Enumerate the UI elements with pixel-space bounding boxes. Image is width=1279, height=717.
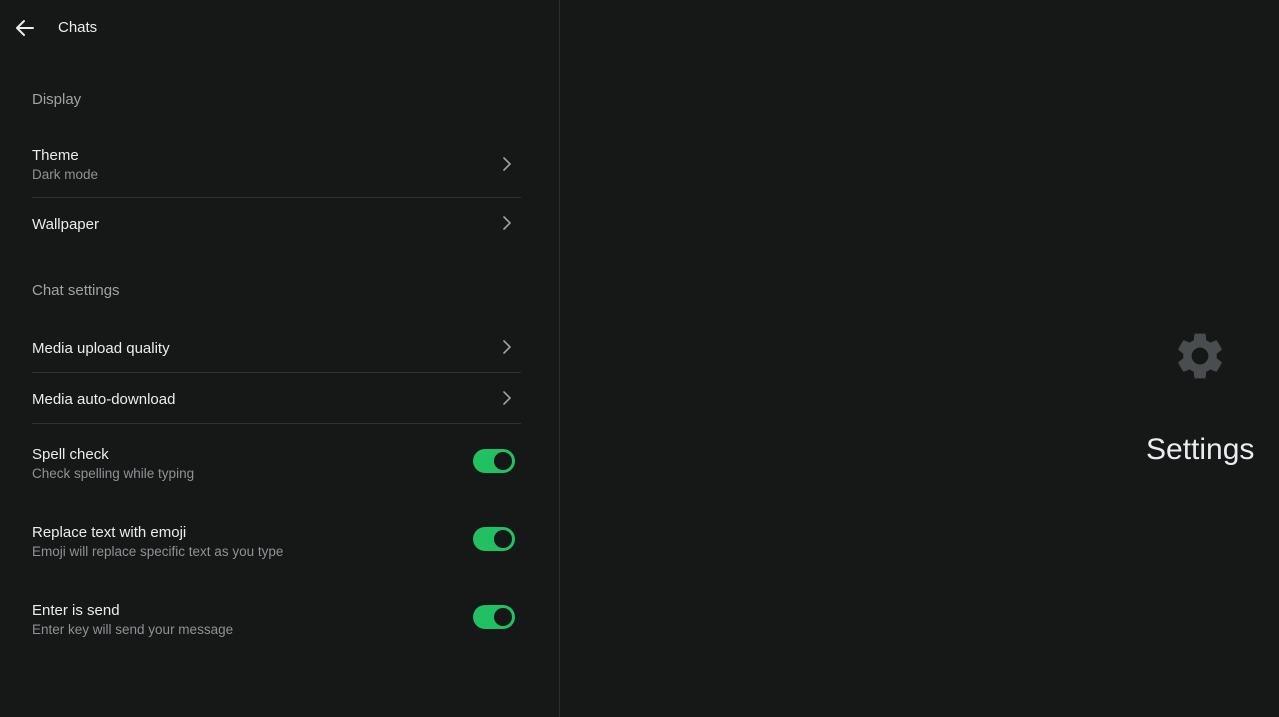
toggle-knob: [494, 452, 512, 470]
enter-send-description: Enter key will send your message: [32, 622, 234, 637]
theme-value: Dark mode: [32, 167, 99, 182]
spell-check-description: Check spelling while typing: [32, 466, 195, 481]
media-upload-quality-label: Media upload quality: [32, 340, 170, 357]
settings-placeholder-panel: Settings: [560, 0, 1279, 717]
replace-emoji-setting: Replace text with emoji Emoji will repla…: [32, 513, 521, 573]
spell-check-setting: Spell check Check spelling while typing: [32, 435, 521, 495]
chevron-right-icon: [503, 391, 511, 405]
settings-placeholder-title: Settings: [1146, 433, 1255, 466]
wallpaper-label: Wallpaper: [32, 216, 99, 233]
replace-emoji-description: Emoji will replace specific text as you …: [32, 544, 284, 559]
wallpaper-setting[interactable]: Wallpaper: [32, 198, 521, 250]
media-upload-quality-setting[interactable]: Media upload quality: [32, 322, 521, 373]
spell-check-label: Spell check: [32, 446, 109, 463]
chevron-right-icon: [503, 340, 511, 354]
chevron-right-icon: [503, 216, 511, 230]
arrow-left-icon: [16, 20, 34, 36]
replace-emoji-label: Replace text with emoji: [32, 524, 187, 541]
chat-settings-panel: Chats Display Theme Dark mode Wallpaper …: [0, 0, 560, 717]
toggle-knob: [494, 530, 512, 548]
panel-header: Chats: [0, 0, 559, 56]
media-auto-download-setting[interactable]: Media auto-download: [32, 373, 521, 424]
toggle-knob: [494, 608, 512, 626]
enter-send-label: Enter is send: [32, 602, 120, 619]
section-title-chat-settings: Chat settings: [32, 282, 120, 299]
chevron-right-icon: [503, 157, 511, 171]
section-title-display: Display: [32, 91, 82, 108]
back-button[interactable]: [12, 15, 38, 41]
theme-label: Theme: [32, 147, 79, 164]
gear-icon: [1178, 333, 1222, 379]
page-title: Chats: [58, 19, 98, 36]
spell-check-toggle[interactable]: [473, 449, 515, 473]
replace-emoji-toggle[interactable]: [473, 527, 515, 551]
enter-send-setting: Enter is send Enter key will send your m…: [32, 591, 521, 651]
theme-setting[interactable]: Theme Dark mode: [32, 135, 521, 198]
media-auto-download-label: Media auto-download: [32, 391, 176, 408]
enter-send-toggle[interactable]: [473, 605, 515, 629]
